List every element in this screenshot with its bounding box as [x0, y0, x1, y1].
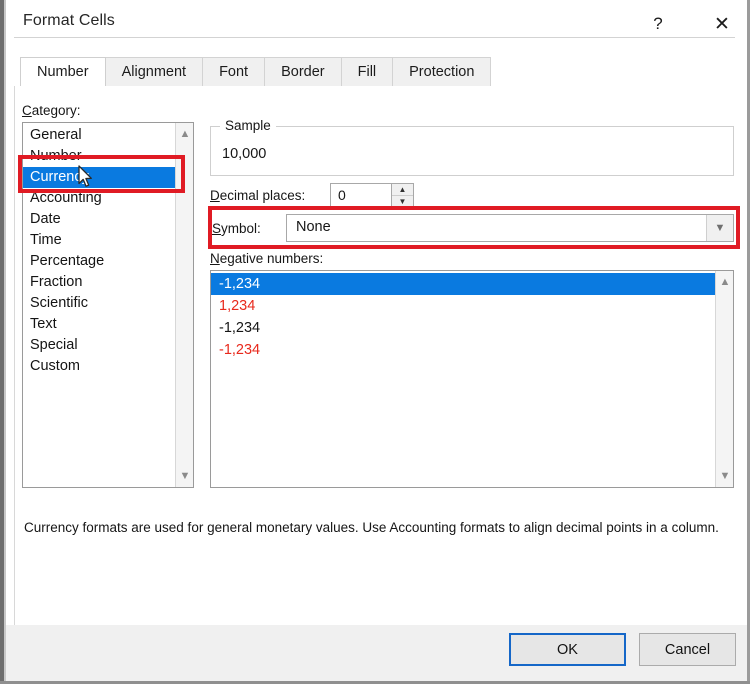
format-cells-dialog: Format Cells ? ✕ Number Alignment Font B… [0, 0, 750, 684]
category-item-currency[interactable]: Currency [23, 167, 176, 188]
tab-protection[interactable]: Protection [392, 57, 492, 86]
category-item-scientific[interactable]: Scientific [23, 293, 176, 314]
category-item-text[interactable]: Text [23, 314, 176, 335]
spinner-down-icon[interactable]: ▼ [392, 196, 413, 207]
negative-numbers-scrollbar[interactable]: ▲ ▼ [715, 271, 733, 487]
decimal-places-input[interactable] [330, 183, 392, 207]
dialog-title: Format Cells [23, 12, 115, 29]
chevron-down-icon[interactable]: ▼ [176, 467, 194, 485]
sample-label: Sample [220, 118, 276, 133]
decimal-places-spin-buttons[interactable]: ▲ ▼ [391, 183, 414, 207]
ok-button[interactable]: OK [509, 633, 626, 666]
negative-numbers-item-3[interactable]: -1,234 [211, 339, 715, 361]
tab-strip: Number Alignment Font Border Fill Protec… [6, 48, 747, 86]
tab-fill[interactable]: Fill [340, 57, 394, 86]
chevron-down-icon[interactable]: ▼ [706, 215, 733, 241]
tab-font[interactable]: Font [202, 57, 266, 86]
category-item-percentage[interactable]: Percentage [23, 251, 176, 272]
negative-numbers-item-1[interactable]: 1,234 [211, 295, 715, 317]
spinner-up-icon[interactable]: ▲ [392, 184, 413, 195]
category-item-time[interactable]: Time [23, 230, 176, 251]
chevron-up-icon[interactable]: ▲ [716, 273, 734, 291]
sample-value: 10,000 [222, 146, 267, 162]
category-item-accounting[interactable]: Accounting [23, 188, 176, 209]
tab-border[interactable]: Border [264, 57, 342, 86]
tab-alignment[interactable]: Alignment [104, 57, 204, 86]
decimal-places-label: Decimal places: [210, 188, 306, 203]
category-label: Category: [22, 103, 81, 118]
category-list: General Number Currency Accounting Date … [23, 123, 176, 377]
format-description: Currency formats are used for general mo… [24, 520, 719, 535]
symbol-label: Symbol: [212, 221, 261, 236]
category-listbox[interactable]: General Number Currency Accounting Date … [22, 122, 194, 488]
title-bar: Format Cells ? ✕ [6, 0, 747, 48]
category-item-general[interactable]: General [23, 125, 176, 146]
chevron-up-icon[interactable]: ▲ [176, 125, 194, 143]
sample-groupbox [210, 126, 734, 176]
negative-numbers-listbox[interactable]: -1,234 1,234 -1,234 -1,234 ▲ ▼ [210, 270, 734, 488]
category-item-date[interactable]: Date [23, 209, 176, 230]
category-item-fraction[interactable]: Fraction [23, 272, 176, 293]
category-scrollbar[interactable]: ▲ ▼ [175, 123, 193, 487]
negative-numbers-item-2[interactable]: -1,234 [211, 317, 715, 339]
category-item-number[interactable]: Number [23, 146, 176, 167]
window-left-edge-inner [4, 0, 6, 684]
negative-numbers-list: -1,234 1,234 -1,234 -1,234 [211, 271, 715, 361]
panel-left-border [14, 86, 15, 625]
cancel-button[interactable]: Cancel [639, 633, 736, 666]
symbol-dropdown[interactable]: None ▼ [286, 214, 734, 242]
category-item-special[interactable]: Special [23, 335, 176, 356]
tab-number[interactable]: Number [20, 57, 106, 86]
symbol-selected-value: None [296, 219, 331, 235]
chevron-down-icon[interactable]: ▼ [716, 467, 734, 485]
negative-numbers-item-0[interactable]: -1,234 [211, 273, 715, 295]
category-item-custom[interactable]: Custom [23, 356, 176, 377]
tab-strip-underline [14, 37, 735, 38]
decimal-places-stepper[interactable]: ▲ ▼ [330, 183, 414, 207]
dialog-footer [6, 625, 747, 681]
negative-numbers-label: Negative numbers: [210, 251, 324, 266]
